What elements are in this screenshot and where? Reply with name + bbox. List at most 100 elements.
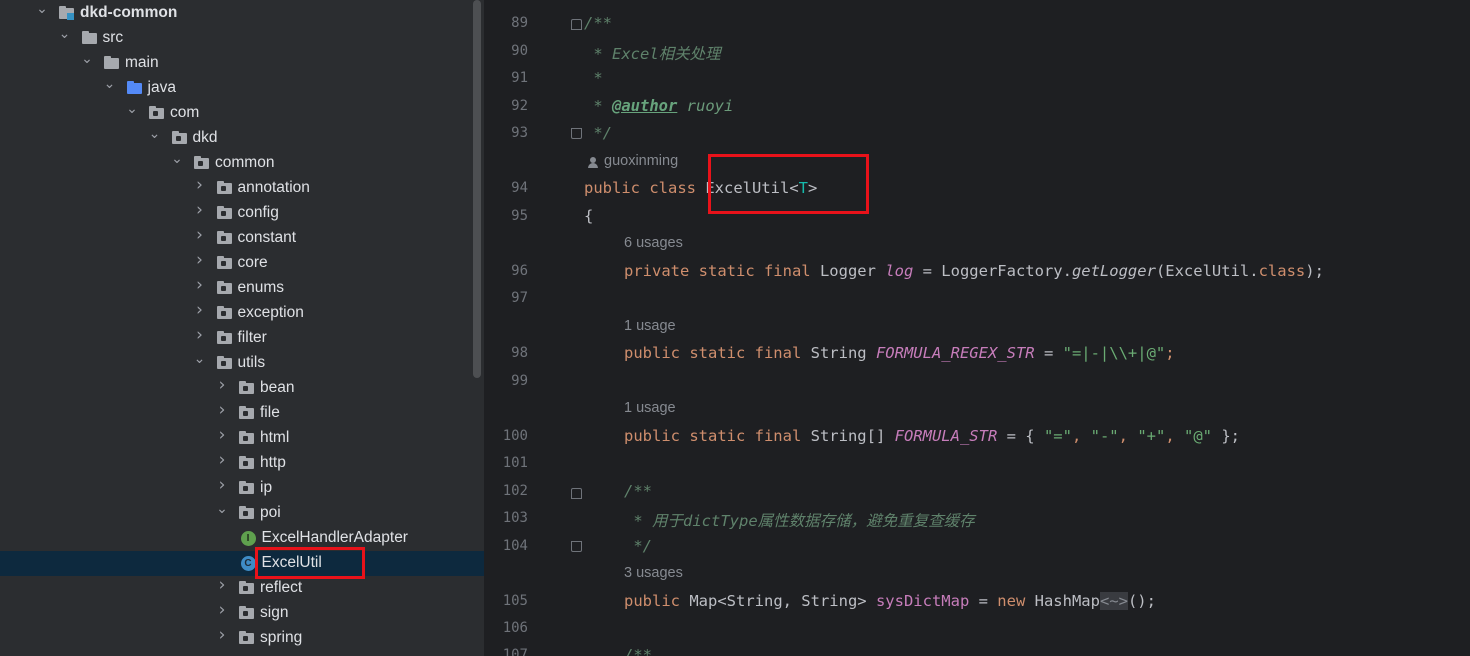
code-line[interactable]: */ [624, 537, 652, 555]
fold-toggle-icon[interactable] [571, 19, 582, 30]
chevron-down-icon[interactable]: ⌄ [124, 101, 140, 117]
tree-item-filter[interactable]: › filter [0, 326, 484, 351]
package-icon [238, 405, 256, 421]
line-number: 101 [502, 455, 528, 471]
tree-item-constant[interactable]: › constant [0, 226, 484, 251]
folder-icon [81, 30, 99, 46]
chevron-down-icon[interactable]: ⌄ [147, 126, 163, 142]
code-line[interactable]: public static final String[] FORMULA_STR… [624, 427, 1240, 445]
fold-toggle-icon[interactable] [571, 541, 582, 552]
source-folder-icon [126, 80, 144, 96]
chevron-right-icon[interactable]: › [214, 477, 230, 494]
chevron-right-icon[interactable]: › [214, 377, 230, 394]
code-line[interactable]: * @author ruoyi [584, 97, 733, 115]
tree-item-reflect[interactable]: › reflect [0, 576, 484, 601]
tree-item-label: constant [237, 229, 297, 246]
project-tree[interactable]: ⌄ dkd-common ⌄ src ⌄ main ⌄ java ⌄ com ⌄ dkd ⌄ common… [0, 0, 484, 656]
tree-item-sign[interactable]: › sign [0, 601, 484, 626]
chevron-down-icon[interactable]: ⌄ [34, 1, 50, 17]
chevron-right-icon[interactable]: › [192, 177, 208, 194]
tree-item-common[interactable]: ⌄ common [0, 151, 484, 176]
tree-scrollbar[interactable] [473, 0, 481, 378]
usages-hint[interactable]: 1 usage [624, 318, 676, 334]
tree-item-annotation[interactable]: › annotation [0, 176, 484, 201]
chevron-right-icon[interactable]: › [214, 602, 230, 619]
chevron-down-icon[interactable]: ⌄ [57, 26, 73, 42]
tree-item-label: file [260, 404, 280, 421]
chevron-right-icon[interactable]: › [214, 627, 230, 644]
code-line[interactable]: /** [624, 482, 652, 500]
tree-item-config[interactable]: › config [0, 201, 484, 226]
chevron-down-icon[interactable]: ⌄ [102, 76, 118, 92]
code-editor[interactable]: 89 90 91 92 93 94 95 96 97 98 99 100 101… [484, 0, 1470, 656]
chevron-right-icon[interactable]: › [214, 452, 230, 469]
tree-item-excelhandleradapter[interactable]: I ExcelHandlerAdapter [0, 526, 484, 551]
tree-item-poi[interactable]: ⌄ poi [0, 501, 484, 526]
package-icon [238, 480, 256, 496]
tree-item-html[interactable]: › html [0, 426, 484, 451]
chevron-down-icon[interactable]: ⌄ [79, 51, 95, 67]
tree-item-excelutil[interactable]: C ExcelUtil [0, 551, 484, 576]
tree-item-exception[interactable]: › exception [0, 301, 484, 326]
tree-item-utils[interactable]: ⌄ utils [0, 351, 484, 376]
package-icon [238, 455, 256, 471]
tree-item-dkd[interactable]: ⌄ dkd [0, 126, 484, 151]
code-line[interactable]: private static final Logger log = Logger… [624, 262, 1324, 280]
line-number: 106 [502, 620, 528, 636]
package-icon [216, 305, 234, 321]
tree-item-label: http [260, 454, 286, 471]
tree-item-ip[interactable]: › ip [0, 476, 484, 501]
package-icon [238, 630, 256, 646]
chevron-down-icon[interactable]: ⌄ [214, 501, 230, 517]
chevron-down-icon[interactable]: ⌄ [192, 351, 208, 367]
tree-item-http[interactable]: › http [0, 451, 484, 476]
package-icon [216, 205, 234, 221]
package-icon [216, 230, 234, 246]
line-number: 100 [502, 428, 528, 444]
package-icon [216, 330, 234, 346]
tree-item-src[interactable]: ⌄ src [0, 26, 484, 51]
usages-hint[interactable]: 3 usages [624, 565, 683, 581]
code-line[interactable]: /** [584, 14, 612, 32]
chevron-right-icon[interactable]: › [192, 327, 208, 344]
code-line[interactable]: { [584, 207, 593, 225]
tree-item-bean[interactable]: › bean [0, 376, 484, 401]
code-line[interactable]: */ [584, 124, 612, 142]
code-line[interactable]: * [584, 69, 602, 87]
line-number: 105 [502, 593, 528, 609]
tree-item-label: ExcelHandlerAdapter [261, 529, 408, 546]
code-line[interactable]: * 用于dictType属性数据存储，避免重复查缓存 [624, 509, 974, 531]
tree-item-spring[interactable]: › spring [0, 626, 484, 651]
chevron-right-icon[interactable]: › [192, 252, 208, 269]
tree-item-label: reflect [260, 579, 303, 596]
code-line[interactable]: public Map<String, String> sysDictMap = … [624, 592, 1156, 610]
tree-item-java[interactable]: ⌄ java [0, 76, 484, 101]
tree-item-label: java [147, 79, 176, 96]
tree-item-core[interactable]: › core [0, 251, 484, 276]
tree-item-com[interactable]: ⌄ com [0, 101, 484, 126]
tree-item-main[interactable]: ⌄ main [0, 51, 484, 76]
tree-item-label: config [237, 204, 279, 221]
chevron-right-icon[interactable]: › [192, 202, 208, 219]
line-number: 92 [511, 98, 528, 114]
tree-item-file[interactable]: › file [0, 401, 484, 426]
chevron-right-icon[interactable]: › [214, 427, 230, 444]
fold-toggle-icon[interactable] [571, 488, 582, 499]
author-hint[interactable]: guoxinming [604, 153, 678, 169]
code-line[interactable]: public static final String FORMULA_REGEX… [624, 344, 1175, 362]
tree-item-dkd-common[interactable]: ⌄ dkd-common [0, 1, 484, 26]
fold-toggle-icon[interactable] [571, 128, 582, 139]
tree-item-label: ip [260, 479, 273, 496]
chevron-right-icon[interactable]: › [214, 577, 230, 594]
code-line[interactable]: /** [624, 646, 652, 656]
chevron-right-icon[interactable]: › [192, 227, 208, 244]
code-line[interactable]: * Excel相关处理 [584, 42, 720, 64]
chevron-right-icon[interactable]: › [214, 402, 230, 419]
tree-item-enums[interactable]: › enums [0, 276, 484, 301]
chevron-right-icon[interactable]: › [192, 302, 208, 319]
diamond-inlay[interactable]: <~> [1099, 592, 1128, 610]
chevron-down-icon[interactable]: ⌄ [169, 151, 185, 167]
usages-hint[interactable]: 6 usages [624, 235, 683, 251]
usages-hint[interactable]: 1 usage [624, 400, 676, 416]
chevron-right-icon[interactable]: › [192, 277, 208, 294]
